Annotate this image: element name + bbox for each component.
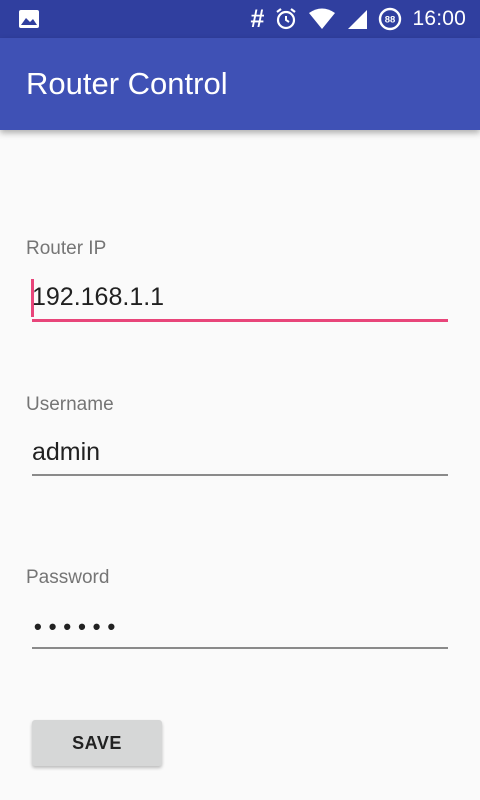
- router-control-screen: # 88 16:00 Router Control Router IP 192.…: [0, 0, 480, 800]
- wifi-icon: [309, 8, 336, 29]
- signal-icon: [348, 10, 368, 29]
- alarm-icon: [276, 8, 297, 30]
- image-icon: [19, 10, 39, 28]
- password-underline: [32, 647, 448, 649]
- password-input[interactable]: ••••••: [34, 614, 122, 640]
- username-input[interactable]: admin: [32, 438, 100, 467]
- battery-icon: 88: [379, 7, 402, 31]
- status-bar: # 88 16:00: [0, 0, 480, 38]
- status-icons: # 88 16:00: [251, 0, 466, 38]
- router-ip-input[interactable]: 192.168.1.1: [32, 283, 164, 312]
- hash-icon: #: [250, 5, 265, 33]
- username-underline: [32, 474, 448, 476]
- status-time: 16:00: [412, 7, 466, 30]
- app-bar: Router Control: [0, 38, 480, 130]
- battery-level: 88: [385, 15, 396, 26]
- router-ip-label: Router IP: [26, 238, 107, 259]
- router-ip-underline: [32, 319, 448, 322]
- password-label: Password: [26, 567, 110, 588]
- app-title: Router Control: [26, 66, 228, 101]
- username-label: Username: [26, 394, 114, 415]
- save-button[interactable]: SAVE: [32, 720, 162, 766]
